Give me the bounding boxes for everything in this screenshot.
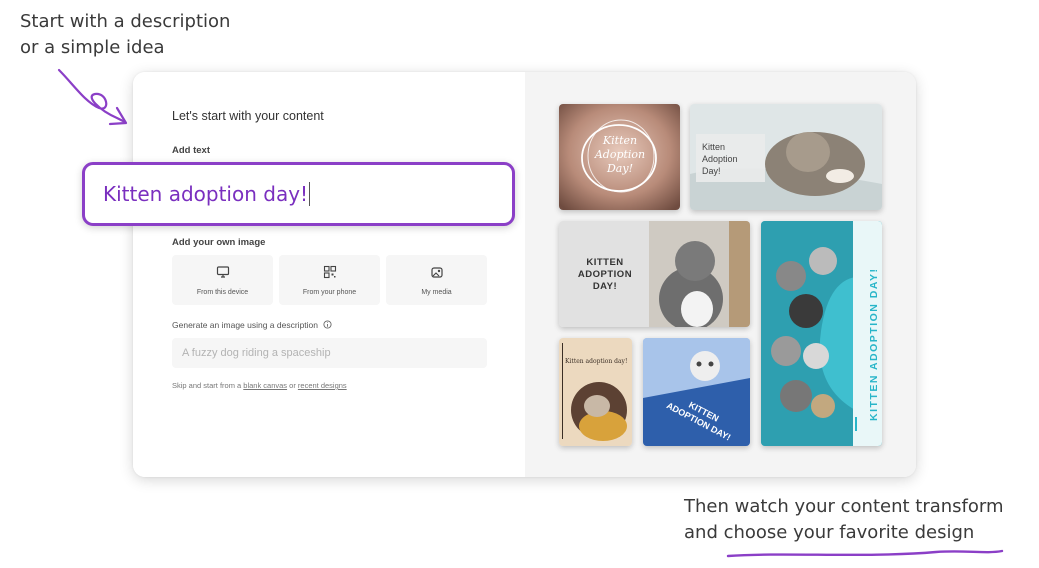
- image-description-input[interactable]: A fuzzy dog riding a spaceship: [172, 338, 487, 368]
- upload-option-label: My media: [421, 289, 452, 296]
- design-4-text: KITTEN ADOPTION DAY!: [868, 267, 880, 421]
- generate-label-text: Generate an image using a description: [172, 320, 319, 330]
- info-icon[interactable]: [323, 320, 332, 329]
- top-caption-line2: or a simple idea: [20, 37, 165, 58]
- design-creator-card: Let's start with your content Add text A…: [133, 72, 916, 477]
- design-thumbnail-2[interactable]: Kitten Adoption Day!: [690, 104, 882, 210]
- upload-option-label: From your phone: [302, 289, 357, 296]
- upload-option-label: From this device: [196, 289, 249, 296]
- design-thumbnail-4[interactable]: KITTEN ADOPTION DAY!: [761, 221, 882, 446]
- recent-designs-link[interactable]: recent designs: [298, 381, 347, 390]
- designs-panel: Kitten Adoption Day! Kitten Adoption Day…: [525, 72, 916, 477]
- my-media-button[interactable]: My media: [386, 255, 487, 305]
- image-description-placeholder: A fuzzy dog riding a spaceship: [182, 347, 331, 359]
- design-5-art: [559, 338, 632, 446]
- top-caption-line1: Start with a description: [20, 11, 231, 32]
- top-caption: Start with a description or a simple ide…: [20, 9, 230, 61]
- design-4-art: [761, 221, 882, 446]
- add-text-value: Kitten adoption day!: [103, 182, 309, 206]
- skip-or: or: [287, 381, 298, 390]
- upload-from-device-button[interactable]: From this device: [172, 255, 273, 305]
- bottom-caption-line1: Then watch your content transform: [684, 496, 1004, 517]
- own-image-label: Add your own image: [172, 237, 266, 248]
- content-panel: Let's start with your content Add text A…: [133, 72, 525, 477]
- panel-heading: Let's start with your content: [172, 109, 324, 123]
- add-text-input[interactable]: Kitten adoption day!: [82, 162, 515, 226]
- generate-label: Generate an image using a description: [172, 320, 332, 330]
- bottom-caption: Then watch your content transform and ch…: [684, 494, 1004, 546]
- upload-from-phone-button[interactable]: From your phone: [279, 255, 380, 305]
- qr-code-icon: [323, 265, 336, 279]
- bottom-caption-line2: and choose your favorite design: [684, 522, 975, 543]
- design-thumbnail-6[interactable]: KITTEN ADOPTION DAY!: [643, 338, 750, 446]
- text-caret: [309, 182, 311, 206]
- media-icon: [430, 267, 443, 278]
- monitor-icon: [216, 266, 229, 278]
- skip-prefix: Skip and start from a: [172, 381, 244, 390]
- design-thumbnail-5[interactable]: Kitten adoption day!: [559, 338, 632, 446]
- add-text-label: Add text: [172, 145, 210, 156]
- design-thumbnail-1[interactable]: Kitten Adoption Day!: [559, 104, 680, 210]
- design-thumbnail-3[interactable]: KITTEN ADOPTION DAY!: [559, 221, 750, 327]
- skip-text: Skip and start from a blank canvas or re…: [172, 381, 347, 390]
- design-5-text: Kitten adoption day!: [565, 358, 628, 365]
- arrow-scribble-icon: [57, 68, 128, 126]
- blank-canvas-link[interactable]: blank canvas: [243, 381, 287, 390]
- design-2-text: Kitten Adoption Day!: [702, 142, 738, 176]
- underline-scribble-icon: [726, 549, 1004, 558]
- design-1-text: Kitten Adoption Day!: [594, 134, 646, 175]
- design-3-text: KITTEN ADOPTION DAY!: [577, 257, 633, 292]
